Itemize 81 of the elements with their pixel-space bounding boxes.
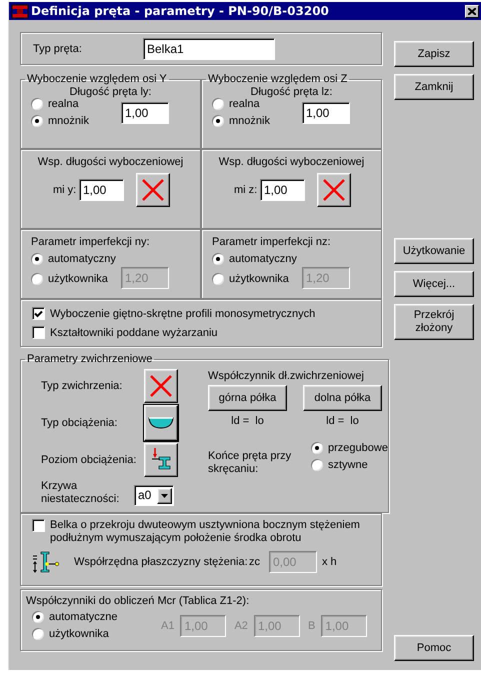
field-label: Współrzędna płaszczyzny stężenia: xyxy=(74,556,249,568)
text-field[interactable]: 1,00 xyxy=(79,179,124,201)
radio-indicator[interactable] xyxy=(31,253,43,265)
unit-label: x h xyxy=(322,556,337,568)
name-field[interactable]: Belka1 xyxy=(143,38,275,60)
field-label: Końce pręta przy skręcaniu: xyxy=(208,450,292,476)
section-title: Współczynnik dł.zwichrzeniowej xyxy=(208,370,365,382)
radio-button[interactable]: sztywne xyxy=(311,459,388,471)
dropdown[interactable]: a0 xyxy=(134,485,174,506)
radio-button[interactable]: automatyczne xyxy=(32,611,161,623)
field-label: Długość pręta ly: xyxy=(68,86,152,98)
section-title: Współczynniki do obliczeń Mcr (Tablica Z1-2): xyxy=(26,595,250,607)
side-button[interactable]: Przekrój złożony xyxy=(394,304,474,340)
radio-indicator[interactable] xyxy=(212,98,224,110)
radio-indicator[interactable] xyxy=(311,459,323,471)
i-beam-arrow-icon xyxy=(151,448,171,472)
radio-button[interactable]: mnożnik xyxy=(31,115,121,127)
radio-button[interactable]: przegubowe xyxy=(311,442,388,454)
radio-indicator[interactable] xyxy=(311,442,323,454)
cross-button[interactable] xyxy=(144,369,178,403)
group-title: Parametry zwichrzeniowe xyxy=(26,353,154,365)
radio-indicator[interactable] xyxy=(31,273,43,285)
load-level-button[interactable] xyxy=(144,443,178,477)
section-title: Wsp. długości wyboczeniowej xyxy=(36,156,184,168)
side-button[interactable]: Zapisz xyxy=(394,41,474,67)
field-label: mi z: xyxy=(234,184,258,196)
field-label: A1 xyxy=(161,620,174,632)
window-title: Definicja pręta - parametry - PN-90/B-03200 xyxy=(31,4,330,18)
radio-button[interactable]: użytkownika xyxy=(31,273,121,285)
text-field[interactable]: 1,00 xyxy=(302,102,350,124)
side-button[interactable]: Użytkowanie xyxy=(394,238,474,264)
radio-button[interactable]: realna xyxy=(212,98,302,110)
formula-text: ld = lo xyxy=(326,415,359,427)
radio-indicator[interactable] xyxy=(32,628,44,640)
radio-button[interactable]: mnożnik xyxy=(212,115,302,127)
load-type-button[interactable] xyxy=(144,405,178,441)
field-label: Krzywa niestateczności: xyxy=(41,480,120,506)
side-button[interactable]: Pomoc xyxy=(394,635,474,661)
field-label: Typ zwichrzenia: xyxy=(41,380,124,392)
radio-button[interactable]: automatyczny xyxy=(212,253,302,265)
checkbox[interactable]: Wyboczenie giętno-skrętne profili monosymetrycznych xyxy=(32,307,381,320)
flange-button[interactable]: górna półka xyxy=(208,385,287,411)
field-label: Typ pręta: xyxy=(33,42,83,54)
app-icon xyxy=(11,3,29,19)
cross-button[interactable] xyxy=(317,173,351,207)
radio-indicator[interactable] xyxy=(32,611,44,623)
field-label: A2 xyxy=(234,620,248,632)
group-title: Wyboczenie względem osi Y xyxy=(26,73,168,85)
section-title: Wsp. długości wyboczeniowej xyxy=(218,156,366,168)
bowl-icon xyxy=(148,417,174,429)
group-title: Wyboczenie względem osi Z xyxy=(207,73,348,85)
section-title: Parametr imperfekcji nz: xyxy=(212,236,332,248)
field-label: B xyxy=(308,620,316,632)
formula-text: ld = lo xyxy=(231,415,264,427)
radio-button[interactable]: użytkownika xyxy=(32,628,161,640)
check-mark-icon xyxy=(34,310,43,318)
flange-button[interactable]: dolna półka xyxy=(303,385,382,411)
radio-button[interactable]: automatyczny xyxy=(31,253,121,265)
field-label: mi y: xyxy=(53,184,78,196)
brace-section-icon xyxy=(32,550,60,574)
radio-indicator[interactable] xyxy=(31,98,43,110)
cross-button[interactable] xyxy=(136,173,170,207)
radio-button[interactable]: użytkownika xyxy=(212,273,302,285)
symbol-label: zc xyxy=(249,556,261,568)
text-field[interactable]: 1,00 xyxy=(121,102,169,124)
close-button[interactable] xyxy=(465,4,479,18)
text-field[interactable]: 1,00 xyxy=(260,179,305,201)
side-button[interactable]: Więcej... xyxy=(394,271,474,297)
close-icon xyxy=(468,8,476,14)
radio-indicator[interactable] xyxy=(212,115,224,127)
section-title: Parametr imperfekcji ny: xyxy=(31,236,151,248)
radio-indicator[interactable] xyxy=(31,115,43,127)
field-label: Typ obciążenia: xyxy=(41,417,118,429)
radio-indicator[interactable] xyxy=(212,273,224,285)
field-label: Długość pręta lz: xyxy=(250,86,334,98)
dropdown-arrow-icon xyxy=(161,494,168,498)
radio-indicator[interactable] xyxy=(212,253,224,265)
radio-button[interactable]: realna xyxy=(31,98,121,110)
side-button[interactable]: Zamknij xyxy=(394,74,474,100)
field-label: Poziom obciążenia: xyxy=(41,454,138,466)
checkbox[interactable]: Kształtowniki poddane wyżarzaniu xyxy=(32,326,381,339)
